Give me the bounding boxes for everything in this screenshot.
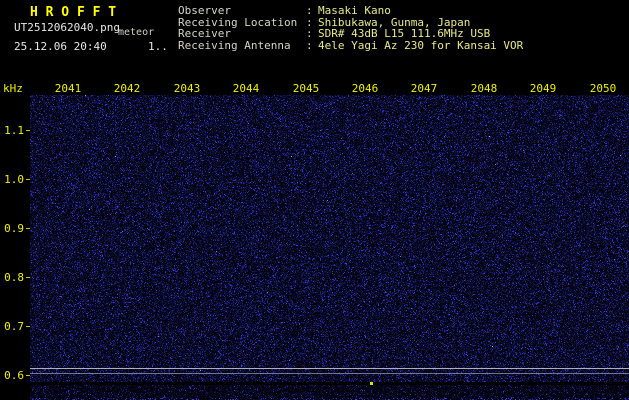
x-tick-label: 2041 [48,82,88,95]
y-tick-label: 0.7 [0,320,24,333]
info-separator: : [306,28,318,40]
x-tick-label: 2049 [523,82,563,95]
x-tick-label: 2045 [286,82,326,95]
y-axis-unit: kHz [3,82,23,95]
info-value: 4ele Yagi Az 230 for Kansai VOR [318,39,523,52]
observation-info: Observer: Masaki Kano Receiving Location:… [178,5,523,51]
app-title: H R O F F T [30,5,116,20]
x-tick-label: 2050 [583,82,623,95]
info-label: Receiver [178,28,306,40]
info-separator: : [306,40,318,52]
y-tick-label: 0.6 [0,369,24,382]
info-label: Receiving Antenna [178,40,306,52]
hrofft-screen: H R O F F T UT2512062040.png meteor 25.1… [0,0,629,400]
info-separator: : [306,5,318,17]
mode-label: meteor [118,27,154,38]
x-tick-label: 2043 [167,82,207,95]
output-filename: UT2512062040.png [14,21,120,34]
x-tick-label: 2048 [464,82,504,95]
y-tick-label: 1.0 [0,173,24,186]
minute-counter: 1.. [148,40,168,53]
y-tick-label: 0.9 [0,222,24,235]
x-tick-label: 2047 [404,82,444,95]
y-tick-label: 0.8 [0,271,24,284]
x-tick-label: 2046 [345,82,385,95]
observation-datetime: 25.12.06 20:40 [14,40,107,53]
spectrogram-canvas [30,95,629,382]
x-tick-label: 2042 [107,82,147,95]
info-label: Observer [178,5,306,17]
signal-level-strip-canvas [30,385,629,400]
x-tick-label: 2044 [226,82,266,95]
y-tick-label: 1.1 [0,124,24,137]
info-row-antenna: Receiving Antenna:4ele Yagi Az 230 for K… [178,40,523,52]
